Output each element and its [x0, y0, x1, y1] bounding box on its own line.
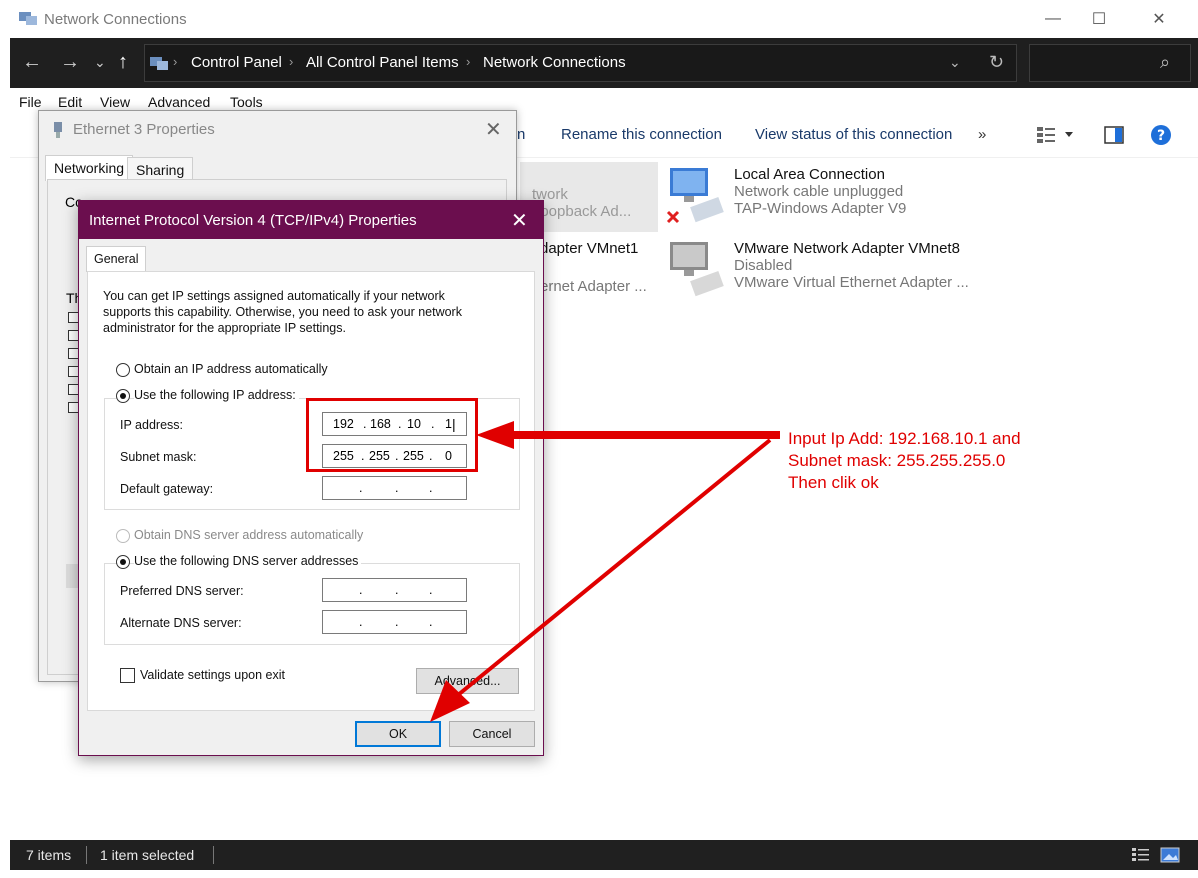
- arrow-to-ip-fields: [476, 421, 780, 449]
- details-view-icon[interactable]: [1132, 847, 1150, 863]
- annotation-line: Subnet mask: 255.255.255.0: [788, 451, 1006, 470]
- status-bar: 7 items 1 item selected: [10, 840, 1198, 870]
- large-icons-view-icon[interactable]: [1160, 847, 1180, 863]
- selection-count: 1 item selected: [100, 847, 195, 863]
- annotation-line: Input Ip Add: 192.168.10.1 and: [788, 429, 1021, 448]
- annotation-line: Then clik ok: [788, 473, 879, 492]
- item-count: 7 items: [26, 847, 72, 863]
- arrow-to-ok-head: [430, 680, 470, 722]
- annotation-text: Input Ip Add: 192.168.10.1 and Subnet ma…: [788, 428, 1021, 494]
- arrow-to-ok-line: [456, 438, 772, 697]
